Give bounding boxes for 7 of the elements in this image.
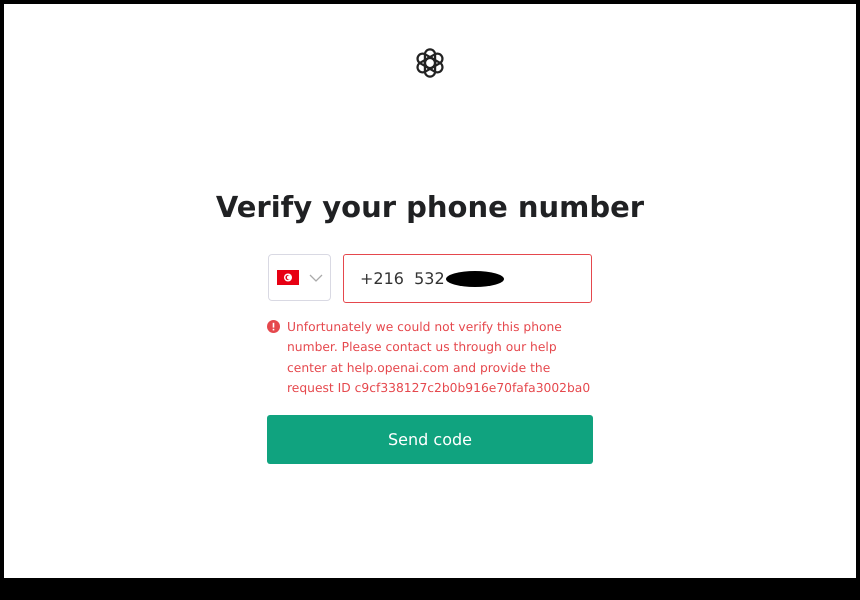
chevron-down-icon (308, 274, 322, 282)
page-heading: Verify your phone number (216, 190, 644, 224)
flag-icon (276, 270, 298, 285)
error-icon (267, 320, 280, 333)
phone-field[interactable]: +216 532 (343, 254, 592, 303)
error-message: Unfortunately we could not verify this phone number. Please contact us through our help center at help.openai.com and provide the request ID c9cf338127c2b0b916e70fafa3002ba0 (287, 319, 592, 398)
country-select[interactable] (268, 254, 331, 301)
